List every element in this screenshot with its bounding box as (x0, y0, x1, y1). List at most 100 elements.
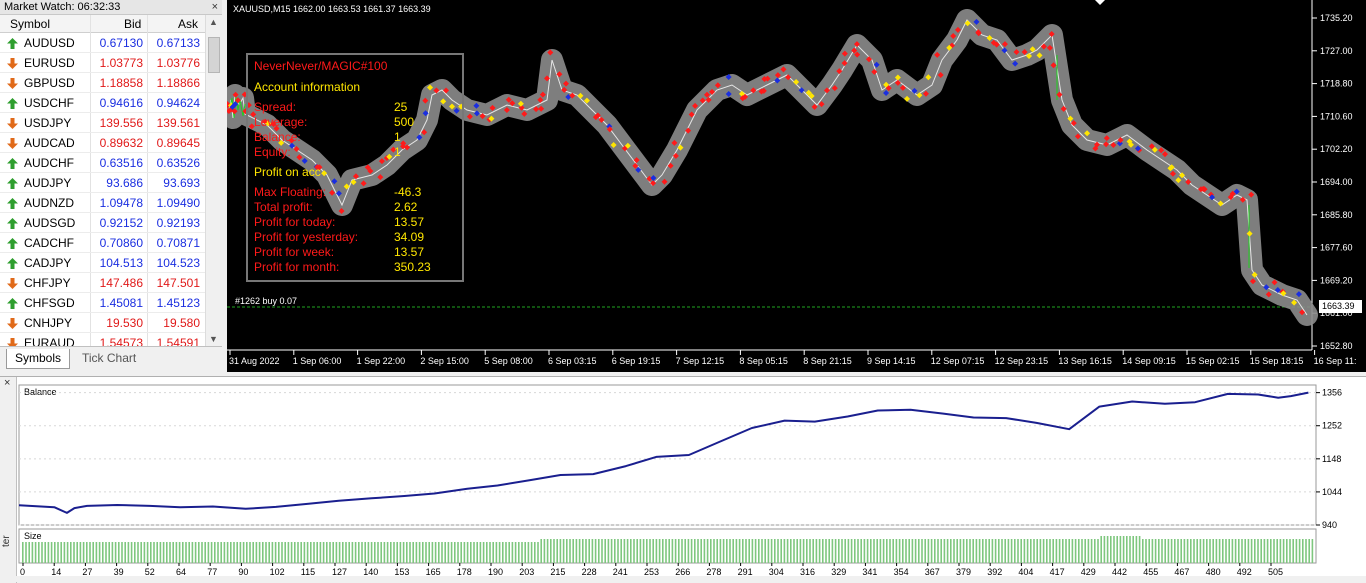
size-bar (425, 542, 427, 563)
size-bar (1100, 536, 1102, 563)
size-bar (674, 539, 677, 563)
size-bar (902, 539, 904, 563)
price-axis-label: 1652.80 (1320, 341, 1353, 351)
market-watch-panel: Market Watch: 06:32:33 × Symbol Bid Ask … (0, 0, 222, 372)
bid-price: 1.45081 (99, 296, 143, 310)
tab-symbols[interactable]: Symbols (6, 349, 71, 369)
size-bar (223, 542, 226, 563)
price-axis-label: 1685.80 (1320, 210, 1353, 220)
size-bar (889, 539, 891, 563)
size-bar (466, 542, 469, 563)
size-bar (98, 542, 101, 563)
symbol-row[interactable]: CNHJPY 19.530 19.580 (0, 313, 205, 333)
section-heading: Account information (254, 80, 361, 94)
size-bar (860, 539, 862, 563)
size-bar (758, 539, 760, 563)
size-bar (562, 539, 565, 563)
column-header-bid[interactable]: Bid (124, 17, 141, 31)
scroll-up-icon[interactable]: ▲ (209, 17, 218, 27)
size-bar (345, 542, 347, 563)
balance-axis-label: 1356 (1322, 388, 1342, 398)
size-bar (444, 542, 446, 563)
balance-axis-label: 1252 (1322, 421, 1342, 431)
size-bar (79, 542, 82, 563)
size-bar (665, 539, 667, 563)
bid-price: 1.09478 (99, 196, 143, 210)
size-bar (476, 542, 478, 563)
symbol-row[interactable]: USDCHF 0.94616 0.94624 (0, 93, 205, 113)
symbol-name: CADJPY (24, 256, 72, 270)
tab-tick-chart[interactable]: Tick Chart (74, 349, 144, 369)
size-bar (428, 542, 430, 563)
size-bar (966, 539, 968, 563)
size-bar (396, 542, 398, 563)
size-bar (66, 542, 69, 563)
size-bar (1126, 536, 1128, 563)
ask-price: 1.09490 (156, 196, 200, 210)
size-bar (633, 539, 635, 563)
size-bar (655, 539, 658, 563)
size-bar (1161, 539, 1163, 563)
size-bar (822, 539, 824, 563)
size-bar (514, 542, 517, 563)
symbol-row[interactable]: AUDUSD 0.67130 0.67133 (0, 33, 205, 53)
size-bar (918, 539, 920, 563)
size-bar (492, 542, 494, 563)
size-bar (572, 539, 574, 563)
size-bar (402, 542, 405, 563)
bid-price: 1.54573 (99, 336, 143, 346)
symbol-row[interactable]: AUDSGD 0.92152 0.92193 (0, 213, 205, 233)
size-label: Size (24, 531, 42, 541)
column-header-symbol[interactable]: Symbol (10, 17, 50, 31)
size-bar (636, 539, 638, 563)
size-bar (850, 539, 853, 563)
symbol-row[interactable]: AUDJPY 93.686 93.693 (0, 173, 205, 193)
market-watch-tabs: Symbols Tick Chart (0, 346, 222, 372)
close-icon[interactable]: × (4, 377, 10, 389)
size-bar (1151, 539, 1154, 563)
size-bar (1273, 539, 1275, 563)
symbol-row[interactable]: USDJPY 139.556 139.561 (0, 113, 205, 133)
price-axis-label: 1727.00 (1320, 46, 1353, 56)
size-bar (1186, 539, 1189, 563)
size-bar (249, 542, 251, 563)
size-bar (524, 542, 526, 563)
size-bar (662, 539, 664, 563)
size-bar (1247, 539, 1250, 563)
symbol-row[interactable]: AUDNZD 1.09478 1.09490 (0, 193, 205, 213)
arrow-up-icon (7, 218, 18, 229)
size-bar (588, 539, 590, 563)
scroll-down-icon[interactable]: ▼ (209, 334, 218, 344)
size-bar (204, 542, 206, 563)
scrollbar[interactable]: ▲ ▼ (205, 15, 222, 346)
size-bar (335, 542, 338, 563)
symbol-row[interactable]: CADJPY 104.513 104.523 (0, 253, 205, 273)
size-bar (290, 542, 293, 563)
size-bar (255, 542, 258, 563)
size-bar (370, 542, 373, 563)
symbol-row[interactable]: AUDCHF 0.63516 0.63526 (0, 153, 205, 173)
symbol-row[interactable]: CHFJPY 147.486 147.501 (0, 273, 205, 293)
time-axis-label: 1 Sep 22:00 (357, 356, 406, 366)
size-bar (1129, 536, 1131, 563)
ask-price: 0.70871 (156, 236, 200, 250)
size-bar (409, 542, 411, 563)
symbol-row[interactable]: EURUSD 1.03773 1.03776 (0, 53, 205, 73)
symbol-row[interactable]: AUDCAD 0.89632 0.89645 (0, 133, 205, 153)
symbol-name: AUDSGD (24, 216, 76, 230)
size-bar (508, 542, 510, 563)
scrollbar-thumb[interactable] (208, 37, 220, 73)
symbol-row[interactable]: CADCHF 0.70860 0.70871 (0, 233, 205, 253)
size-bar (1058, 539, 1061, 563)
symbol-row[interactable]: GBPUSD 1.18858 1.18866 (0, 73, 205, 93)
size-bar (882, 539, 885, 563)
close-icon[interactable]: × (212, 0, 218, 14)
symbol-row[interactable]: CHFSGD 1.45081 1.45123 (0, 293, 205, 313)
info-label: Max Floating: (254, 185, 327, 199)
size-bar (556, 539, 558, 563)
column-header-ask[interactable]: Ask (178, 17, 198, 31)
size-bar (418, 542, 421, 563)
symbol-row[interactable]: EURAUD 1.54573 1.54591 (0, 333, 205, 346)
size-bar (1222, 539, 1224, 563)
size-bar (630, 539, 632, 563)
